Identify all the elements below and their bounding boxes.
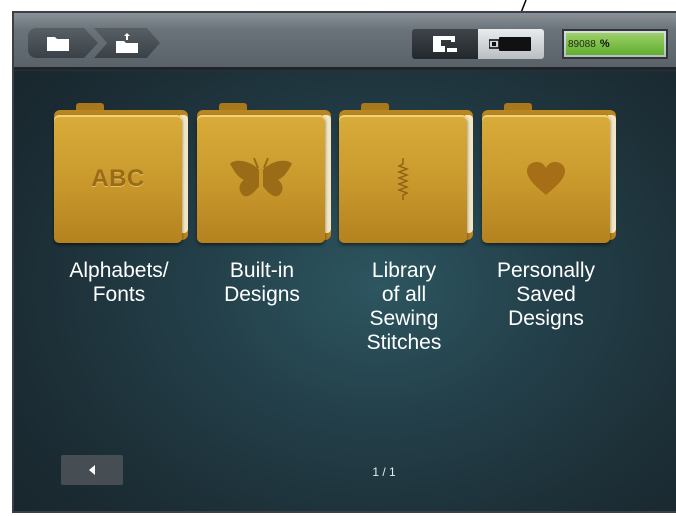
sewing-mode-button[interactable] <box>412 29 478 59</box>
sewing-machine-icon <box>433 36 457 52</box>
folder-upload-icon <box>116 33 138 53</box>
page-indicator: 1 / 1 <box>372 465 396 479</box>
folder-label-sewing-stitches: Library of all Sewing Stitches <box>366 259 442 354</box>
folder-label-personal-designs: Personally Saved Designs <box>496 259 596 330</box>
butterfly-icon <box>230 157 292 197</box>
folder-built-in-designs[interactable] <box>197 103 331 245</box>
top-toolbar: 89088 % <box>14 13 676 71</box>
breadcrumb-folder[interactable] <box>28 28 98 58</box>
previous-page-button[interactable] <box>61 455 123 485</box>
heart-icon <box>527 162 565 195</box>
usb-storage-button[interactable] <box>478 29 544 59</box>
folder-sewing-stitches[interactable] <box>339 103 473 245</box>
storage-value: 89088 <box>568 38 596 50</box>
storage-unit: % <box>599 38 610 50</box>
triangle-left-icon <box>89 465 95 475</box>
folder-label-alphabets: Alphabets/ Fonts <box>69 259 169 306</box>
storage-indicator: 89088 % <box>562 29 668 59</box>
storage-fill-bar: 89088 % <box>566 33 664 55</box>
folder-icon <box>47 37 69 51</box>
abc-text-icon: ABC <box>91 165 145 192</box>
usb-stick-icon <box>489 37 531 51</box>
zigzag-stitch-icon <box>397 158 409 200</box>
breadcrumb-upload-folder[interactable] <box>94 28 160 58</box>
embroidery-screen: 89088 % ABC Alphabets/ Fonts Built-in De… <box>12 11 676 513</box>
folder-label-built-in-designs: Built-in Designs <box>224 259 300 306</box>
folder-alphabets[interactable]: ABC <box>54 103 188 245</box>
folder-personal-designs[interactable] <box>482 103 616 245</box>
